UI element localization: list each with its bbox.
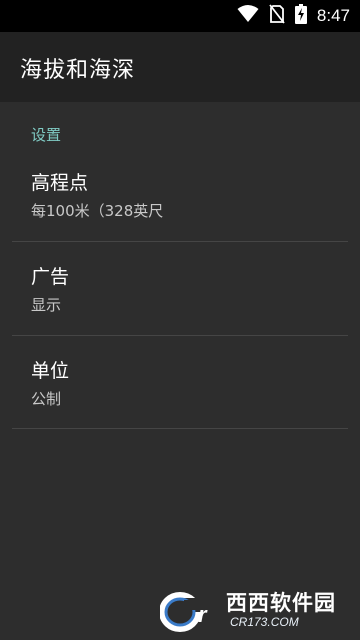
setting-ads[interactable]: 广告 显示 xyxy=(0,262,360,356)
divider xyxy=(12,241,348,242)
setting-summary: 公制 xyxy=(31,390,62,408)
setting-title: 单位 xyxy=(31,360,70,382)
status-bar: 8:47 xyxy=(0,0,360,32)
setting-elevation-points[interactable]: 高程点 每100米（328英尺 xyxy=(0,168,360,262)
settings-list: 设置 高程点 每100米（328英尺 广告 显示 单位 公制 xyxy=(0,102,360,640)
watermark-emblem: r xyxy=(159,588,222,632)
setting-title: 广告 xyxy=(31,266,70,288)
setting-summary: 显示 xyxy=(31,296,62,314)
divider xyxy=(12,335,348,336)
watermark-url: CR173.COM xyxy=(230,615,299,629)
divider xyxy=(12,428,348,429)
watermark-logo: r 西西软件园 CR173.COM xyxy=(159,587,342,633)
battery-charging-icon xyxy=(294,4,307,28)
watermark-text: 西西软件园 CR173.COM xyxy=(226,591,336,629)
no-sim-icon xyxy=(269,4,285,28)
watermark-name: 西西软件园 xyxy=(226,591,336,615)
svg-text:r: r xyxy=(198,602,208,627)
app-title: 海拔和海深 xyxy=(20,58,136,83)
status-time: 8:47 xyxy=(316,6,350,25)
app-bar: 海拔和海深 xyxy=(0,32,360,102)
setting-units[interactable]: 单位 公制 xyxy=(0,356,360,450)
setting-title: 高程点 xyxy=(31,172,89,194)
wifi-icon xyxy=(237,5,259,27)
setting-summary: 每100米（328英尺 xyxy=(31,202,164,220)
section-header-settings: 设置 xyxy=(31,126,62,144)
status-icons: 8:47 xyxy=(237,0,350,32)
